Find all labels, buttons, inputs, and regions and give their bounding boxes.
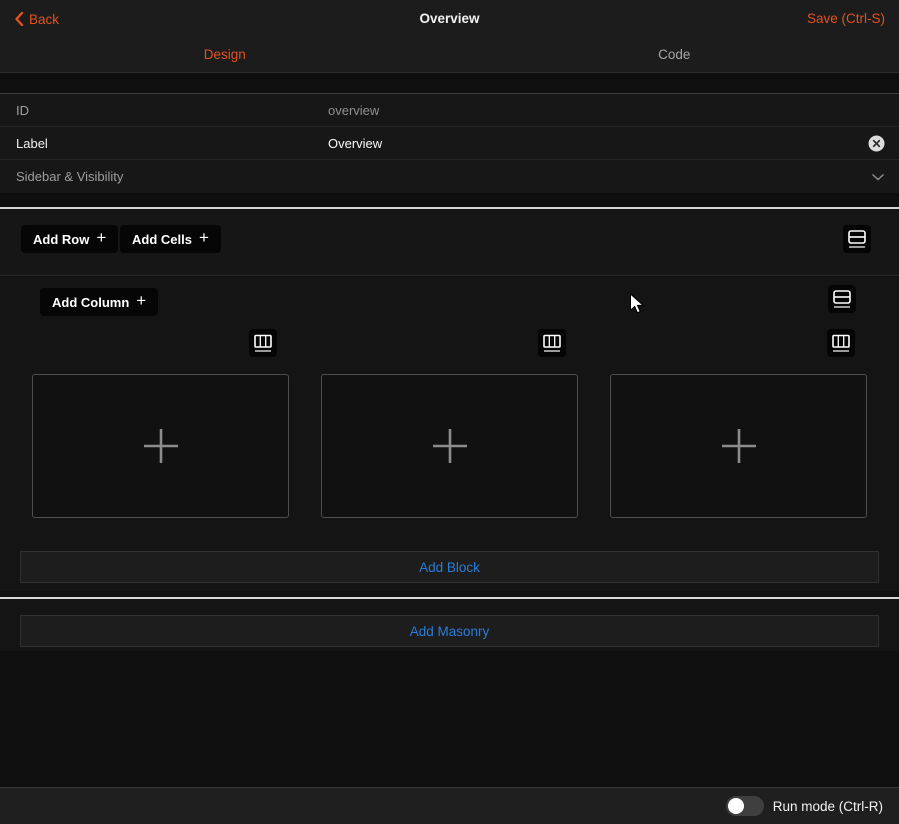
column-layout-button[interactable]: [538, 329, 566, 357]
add-row-label: Add Row: [33, 232, 89, 247]
property-row-id: ID overview: [0, 94, 899, 127]
add-content-plus-icon: [143, 428, 179, 464]
property-row-sidebar-visibility[interactable]: Sidebar & Visibility: [0, 160, 899, 193]
add-content-plus-icon: [721, 428, 757, 464]
page-builder-screen: Back Overview Save (Ctrl-S) Design Code …: [0, 0, 899, 824]
add-block-button[interactable]: Add Block: [20, 551, 879, 583]
tab-design[interactable]: Design: [0, 38, 450, 72]
run-mode-toggle[interactable]: [726, 796, 764, 816]
id-value: overview: [328, 103, 379, 118]
columns-layout-icon: [543, 334, 561, 353]
add-cells-label: Add Cells: [132, 232, 192, 247]
chevron-down-icon: [871, 173, 885, 181]
id-label: ID: [16, 103, 29, 118]
rows-layout-icon: [833, 290, 851, 309]
add-content-plus-icon: [432, 428, 468, 464]
add-row-button[interactable]: Add Row +: [21, 225, 118, 253]
expand-section-button[interactable]: [871, 173, 885, 181]
toggle-knob: [728, 798, 744, 814]
empty-cell[interactable]: [32, 374, 289, 518]
header-bar: Back Overview Save (Ctrl-S): [0, 0, 899, 38]
plus-icon: +: [96, 228, 106, 248]
label-label: Label: [16, 136, 48, 151]
properties-panel: ID overview Label Overview Sidebar & Vis…: [0, 93, 899, 193]
add-column-button[interactable]: Add Column +: [40, 288, 158, 316]
sidebar-visibility-label: Sidebar & Visibility: [16, 169, 123, 184]
add-cells-button[interactable]: Add Cells +: [120, 225, 221, 253]
label-value[interactable]: Overview: [328, 136, 382, 151]
run-mode-label: Run mode (Ctrl-R): [773, 799, 883, 814]
plus-icon: +: [136, 291, 146, 311]
add-masonry-button[interactable]: Add Masonry: [20, 615, 879, 647]
save-button[interactable]: Save (Ctrl-S): [807, 0, 885, 38]
masonry-section: Add Masonry: [0, 599, 899, 651]
row-tools-section: Add Row + Add Cells +: [0, 209, 899, 276]
tab-bar: Design Code: [0, 38, 899, 73]
clear-label-button[interactable]: [868, 135, 885, 152]
property-row-label: Label Overview: [0, 127, 899, 160]
rows-layout-button[interactable]: [843, 225, 871, 253]
columns-layout-icon: [254, 334, 272, 353]
row-layout-button[interactable]: [828, 285, 856, 313]
columns-layout-icon: [832, 334, 850, 353]
footer-bar: Run mode (Ctrl-R): [0, 787, 899, 824]
column-layout-button[interactable]: [827, 329, 855, 357]
circle-x-icon: [868, 135, 885, 152]
columns-section: Add Column +: [0, 277, 899, 591]
page-title: Overview: [0, 0, 899, 38]
tab-code[interactable]: Code: [450, 38, 899, 72]
add-column-label: Add Column: [52, 295, 129, 310]
column-layout-button[interactable]: [249, 329, 277, 357]
empty-cell[interactable]: [610, 374, 867, 518]
rows-layout-icon: [848, 230, 866, 249]
empty-cell[interactable]: [321, 374, 578, 518]
plus-icon: +: [199, 228, 209, 248]
